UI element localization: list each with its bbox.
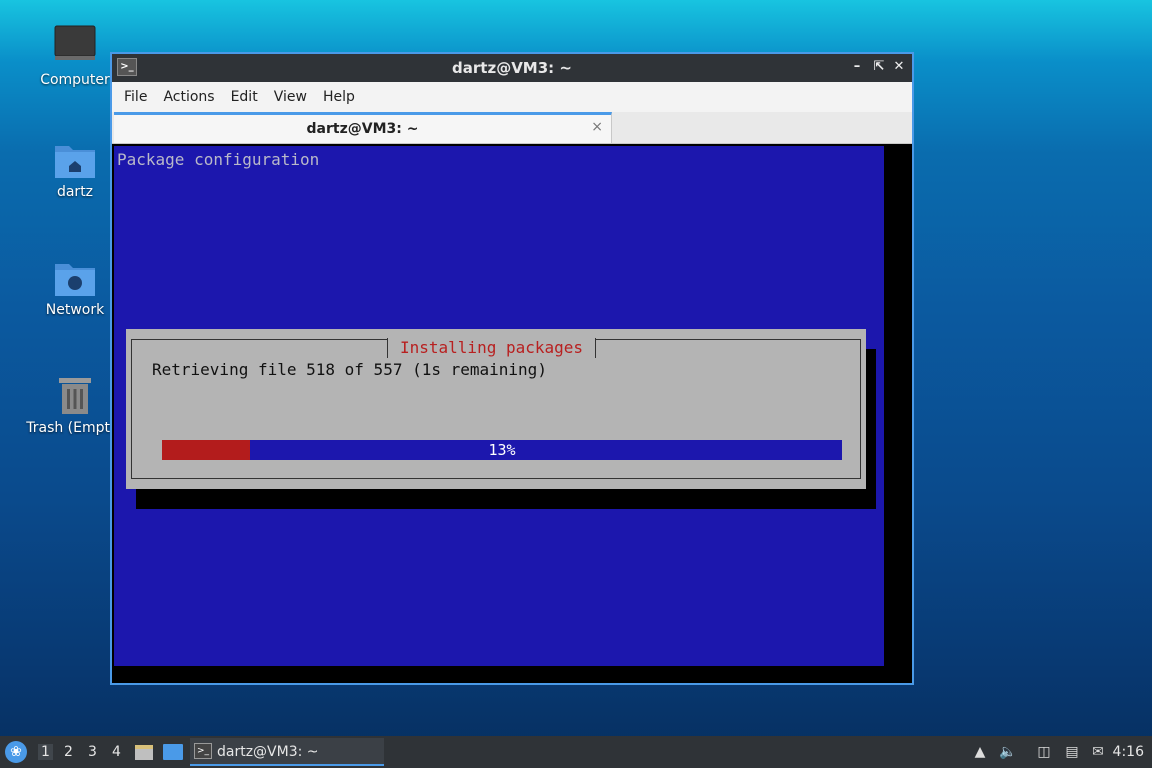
clipboard-icon[interactable]: ◫	[1034, 742, 1054, 762]
terminal-task-icon: >_	[194, 743, 212, 759]
menu-file[interactable]: File	[116, 89, 155, 105]
workspace-2[interactable]: 2	[64, 744, 73, 760]
backtitle: Package configuration	[117, 150, 320, 169]
workspace-4[interactable]: 4	[112, 744, 121, 760]
volume-icon[interactable]: 🔈	[998, 742, 1018, 762]
tab-label: dartz@VM3: ~	[306, 121, 419, 137]
file-manager-icon[interactable]	[134, 742, 154, 762]
workspace-3[interactable]: 3	[88, 744, 97, 760]
home-folder-icon	[55, 146, 95, 178]
start-menu-icon[interactable]: ❀	[5, 741, 27, 763]
maximize-button[interactable]: ⇱	[870, 58, 888, 76]
close-button[interactable]: ✕	[890, 58, 908, 76]
dialog-title-box: Installing packages	[387, 338, 597, 358]
menu-edit[interactable]: Edit	[223, 89, 266, 105]
notification-icon[interactable]: ✉	[1088, 742, 1108, 762]
menu-actions[interactable]: Actions	[155, 89, 222, 105]
progress-dialog: Installing packages Retrieving file 518 …	[126, 329, 866, 489]
tab-terminal[interactable]: dartz@VM3: ~ ×	[114, 112, 612, 143]
progress-bar: 13%	[162, 440, 842, 460]
window-title: dartz@VM3: ~	[452, 59, 572, 77]
menu-help[interactable]: Help	[315, 89, 363, 105]
clock[interactable]: 4:16	[1113, 744, 1144, 760]
desktop-icon-label: dartz	[56, 184, 94, 200]
workspace-1[interactable]: 1	[38, 744, 53, 760]
trash-icon	[59, 378, 91, 414]
terminal-screen[interactable]: Package configuration Installing package…	[112, 144, 912, 683]
progress-label: 13%	[488, 441, 516, 459]
eject-icon[interactable]: ▲	[970, 742, 990, 762]
tab-bar: dartz@VM3: ~ ×	[112, 112, 912, 144]
window-titlebar[interactable]: >_ dartz@VM3: ~ – ⇱ ✕	[112, 54, 912, 82]
taskbar-task-label: dartz@VM3: ~	[217, 744, 319, 760]
desktop-icon-label: Computer	[40, 72, 110, 88]
taskbar-terminal-task[interactable]: >_ dartz@VM3: ~	[190, 738, 384, 766]
dialog-frame: Installing packages Retrieving file 518 …	[131, 338, 861, 479]
show-desktop-icon[interactable]	[162, 742, 184, 762]
computer-icon	[54, 25, 96, 60]
menu-bar: File Actions Edit View Help	[112, 82, 912, 112]
desktop-icon-label: Network	[45, 302, 105, 318]
tab-close-icon[interactable]: ×	[591, 119, 603, 135]
menu-view[interactable]: View	[266, 89, 315, 105]
dialog-backdrop: Package configuration Installing package…	[114, 146, 884, 666]
network-icon[interactable]: ▤	[1062, 742, 1082, 762]
terminal-window: >_ dartz@VM3: ~ – ⇱ ✕ File Actions Edit …	[110, 52, 914, 685]
minimize-button[interactable]: –	[848, 58, 866, 76]
dialog-title: Installing packages	[400, 338, 584, 357]
network-folder-icon	[55, 264, 95, 296]
taskbar: ❀ 1 2 3 4 >_ dartz@VM3: ~ ▲ 🔈 ◫ ▤ ✉ 4:16	[0, 736, 1152, 768]
dialog-message: Retrieving file 518 of 557 (1s remaining…	[152, 360, 547, 379]
